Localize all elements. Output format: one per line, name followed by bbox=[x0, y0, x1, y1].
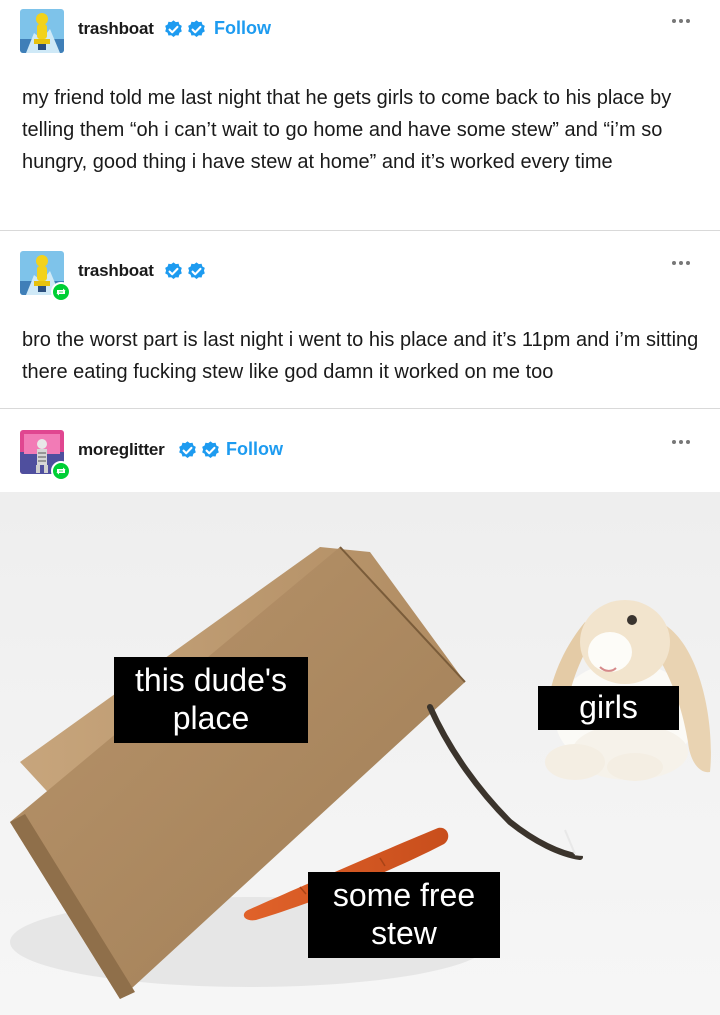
meme-image: this dude's place girls some free stew bbox=[0, 492, 720, 1015]
avatar-moreglitter[interactable] bbox=[20, 430, 71, 481]
avatar-trashboat[interactable] bbox=[20, 9, 64, 53]
verified-badges bbox=[163, 261, 207, 282]
divider bbox=[0, 408, 720, 409]
follow-button[interactable]: Follow bbox=[214, 18, 271, 39]
verified-badge-icon bbox=[179, 441, 196, 458]
username[interactable]: moreglitter bbox=[78, 440, 165, 460]
caption-carrot: some free stew bbox=[308, 872, 500, 958]
more-options-icon[interactable] bbox=[672, 440, 690, 444]
verified-badge-icon bbox=[188, 20, 205, 37]
more-options-icon[interactable] bbox=[672, 19, 690, 23]
verified-badge-icon bbox=[202, 441, 219, 458]
post-header-3: moreglitter Follow bbox=[0, 430, 720, 490]
reblog-icon bbox=[51, 282, 71, 302]
verified-badges bbox=[163, 19, 207, 40]
divider bbox=[0, 230, 720, 231]
post-header-2: trashboat bbox=[0, 251, 720, 311]
post-body-2: bro the worst part is last night i went … bbox=[22, 329, 699, 383]
verified-badge-icon bbox=[165, 262, 182, 279]
reblog-icon bbox=[51, 461, 71, 481]
verified-badge-icon bbox=[188, 262, 205, 279]
username[interactable]: trashboat bbox=[78, 19, 154, 39]
avatar-trashboat[interactable] bbox=[20, 251, 71, 302]
avatar-image bbox=[20, 9, 64, 53]
more-options-icon[interactable] bbox=[672, 261, 690, 265]
follow-button[interactable]: Follow bbox=[226, 439, 283, 460]
caption-box: this dude's place bbox=[114, 657, 308, 743]
verified-badge-icon bbox=[165, 20, 182, 37]
post-body-1: my friend told me last night that he get… bbox=[22, 87, 672, 173]
username[interactable]: trashboat bbox=[78, 261, 154, 281]
verified-badges bbox=[177, 440, 221, 461]
caption-bunny: girls bbox=[538, 686, 679, 730]
post-header-1: trashboat Follow bbox=[0, 9, 720, 69]
